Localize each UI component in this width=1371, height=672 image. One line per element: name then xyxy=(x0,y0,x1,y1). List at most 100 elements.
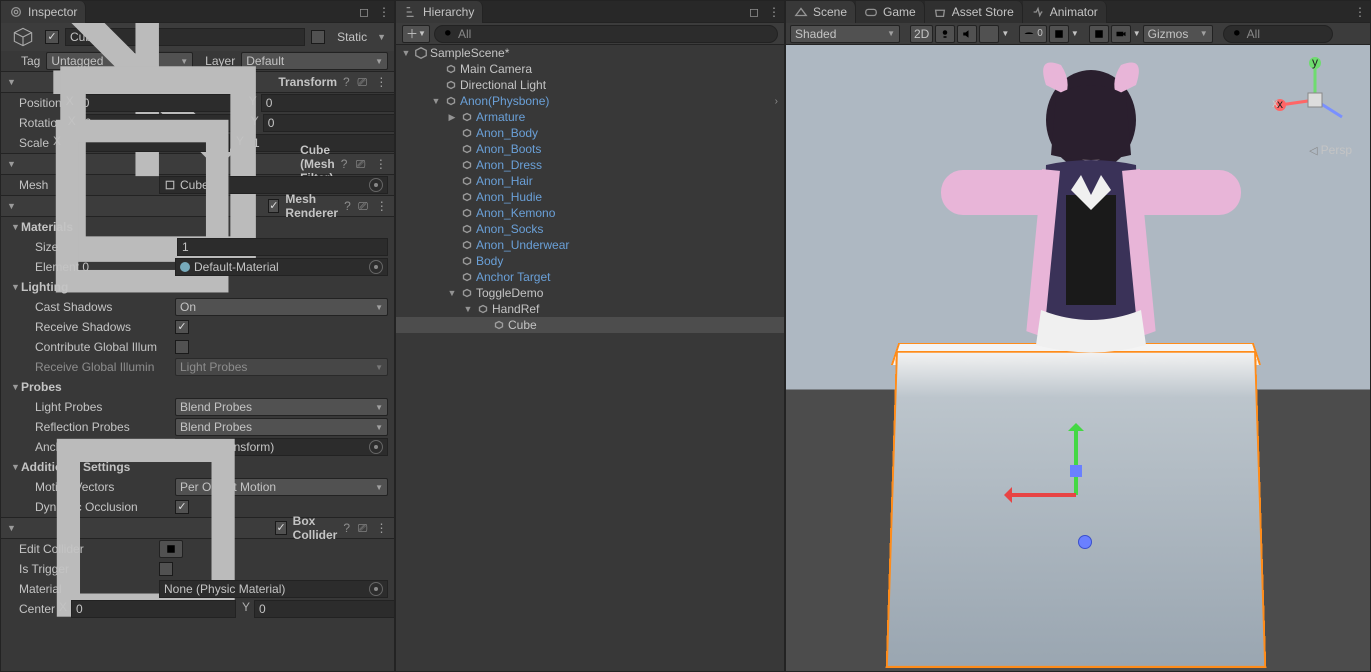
audio-toggle[interactable] xyxy=(957,25,977,43)
preset-icon[interactable]: ⎚ xyxy=(357,196,370,216)
is-trigger-checkbox[interactable] xyxy=(159,562,173,576)
object-picker-icon[interactable] xyxy=(369,582,383,596)
inspector-icon xyxy=(9,5,23,19)
scene-root-node[interactable]: ▼ SampleScene* xyxy=(396,45,784,61)
tab-assetstore[interactable]: Asset Store xyxy=(925,1,1023,23)
help-icon[interactable]: ? xyxy=(343,75,350,89)
tab-scene[interactable]: Scene xyxy=(786,1,856,23)
hierarchy-tab[interactable]: Hierarchy xyxy=(396,1,483,23)
character-avatar[interactable] xyxy=(916,45,1266,375)
hierarchy-node[interactable]: Directional Light xyxy=(396,77,784,93)
fold-icon[interactable]: ▶ xyxy=(446,112,458,123)
static-checkbox[interactable] xyxy=(311,30,325,44)
help-icon[interactable]: ? xyxy=(343,521,350,535)
inspector-menu-icon[interactable]: ⋮ xyxy=(374,2,394,22)
selected-cube-mesh[interactable] xyxy=(886,351,1267,668)
hierarchy-node[interactable]: Body xyxy=(396,253,784,269)
tab-animator[interactable]: Animator xyxy=(1023,1,1107,23)
object-picker-icon[interactable] xyxy=(369,178,383,192)
gizmo-z-plane[interactable] xyxy=(1070,465,1082,477)
hierarchy-node[interactable]: ▶Armature xyxy=(396,109,784,125)
hierarchy-node[interactable]: Anon_Dress xyxy=(396,157,784,173)
node-label: Anon_Underwear xyxy=(476,238,569,252)
camera-settings-button[interactable] xyxy=(1111,25,1131,43)
animator-icon xyxy=(1031,5,1045,19)
component-menu-icon[interactable]: ⋮ xyxy=(375,518,388,538)
shading-dropdown[interactable]: Shaded▼ xyxy=(790,25,900,43)
hidden-toggle[interactable]: 0 xyxy=(1019,25,1047,43)
hierarchy-lock-icon[interactable]: ◻ xyxy=(744,2,764,22)
fx-toggle[interactable] xyxy=(979,25,999,43)
hierarchy-node[interactable]: Cube xyxy=(396,317,784,333)
scene-viewport[interactable]: y x x ◁ Persp xyxy=(786,45,1370,671)
tool-settings-button[interactable] xyxy=(1089,25,1109,43)
hierarchy-node[interactable]: ▼HandRef xyxy=(396,301,784,317)
gameobject-icon xyxy=(460,142,474,156)
scene-search-input[interactable]: All xyxy=(1223,25,1333,43)
gameobject-icon xyxy=(460,254,474,268)
help-icon[interactable]: ? xyxy=(344,199,351,213)
center-y-input[interactable] xyxy=(254,600,394,618)
gameobject-icon xyxy=(460,174,474,188)
fold-icon: ▼ xyxy=(7,77,16,87)
help-icon[interactable]: ? xyxy=(341,157,348,171)
boxcollider-component-header[interactable]: ▼ Box Collider ? ⎚ ⋮ xyxy=(1,517,394,539)
component-menu-icon[interactable]: ⋮ xyxy=(374,154,388,174)
edit-collider-button[interactable] xyxy=(159,540,183,558)
gizmo-pivot[interactable] xyxy=(1078,535,1092,549)
hierarchy-node[interactable]: ▼ToggleDemo xyxy=(396,285,784,301)
preset-icon[interactable]: ⎚ xyxy=(356,72,369,92)
hierarchy-node[interactable]: Anon_Underwear xyxy=(396,237,784,253)
gameobject-icon xyxy=(460,222,474,236)
object-picker-icon[interactable] xyxy=(369,440,383,454)
tab-game[interactable]: Game xyxy=(856,1,925,23)
boxcollider-enable-checkbox[interactable] xyxy=(275,521,286,535)
inspector-tab[interactable]: Inspector xyxy=(1,1,86,23)
prefab-open-icon[interactable]: › xyxy=(775,96,778,107)
inspector-lock-icon[interactable]: ◻ xyxy=(354,2,374,22)
hierarchy-node[interactable]: Anon_Hair xyxy=(396,173,784,189)
lighting-toggle[interactable] xyxy=(935,25,955,43)
grid-toggle[interactable] xyxy=(1049,25,1069,43)
hierarchy-menu-icon[interactable]: ⋮ xyxy=(764,2,784,22)
component-menu-icon[interactable]: ⋮ xyxy=(375,196,388,216)
hierarchy-node[interactable]: Anon_Hudie xyxy=(396,189,784,205)
orientation-gizmo[interactable]: y x x xyxy=(1270,55,1360,145)
persp-label[interactable]: ◁ Persp xyxy=(1309,143,1352,157)
gameobject-icon xyxy=(460,286,474,300)
physic-material-field[interactable]: None (Physic Material) xyxy=(159,580,388,598)
hierarchy-node[interactable]: Anon_Boots xyxy=(396,141,784,157)
static-dropdown-icon[interactable]: ▼ xyxy=(375,32,388,42)
preset-icon[interactable]: ⎚ xyxy=(353,154,367,174)
hierarchy-node[interactable]: ▼Anon(Physbone)› xyxy=(396,93,784,109)
contribute-gi-checkbox[interactable] xyxy=(175,340,189,354)
fold-icon[interactable]: ▼ xyxy=(462,304,474,314)
component-menu-icon[interactable]: ⋮ xyxy=(375,72,388,92)
material-element0-field[interactable]: Default-Material xyxy=(175,258,388,276)
receive-shadows-checkbox[interactable] xyxy=(175,320,189,334)
hierarchy-node[interactable]: Anon_Kemono xyxy=(396,205,784,221)
gizmos-dropdown[interactable]: Gizmos▼ xyxy=(1143,25,1213,43)
center-x-input[interactable] xyxy=(71,600,236,618)
hierarchy-search-input[interactable]: All xyxy=(434,25,778,43)
scene-menu-icon[interactable]: ⋮ xyxy=(1350,2,1370,22)
fold-icon[interactable]: ▼ xyxy=(430,96,442,106)
gizmo-x-axis[interactable] xyxy=(1006,493,1076,497)
object-picker-icon[interactable] xyxy=(369,260,383,274)
materials-size-input[interactable] xyxy=(177,238,388,256)
2d-toggle[interactable]: 2D xyxy=(910,25,933,43)
hierarchy-node[interactable]: Anon_Body xyxy=(396,125,784,141)
node-label: Directional Light xyxy=(460,78,546,92)
create-button[interactable]: ＋▼ xyxy=(402,25,430,43)
cast-shadows-dropdown[interactable]: On▼ xyxy=(175,298,388,316)
gizmo-y-axis[interactable] xyxy=(1074,425,1078,495)
hierarchy-node[interactable]: Anon_Socks xyxy=(396,221,784,237)
node-label: Anon_Boots xyxy=(476,142,541,156)
meshrenderer-component-header[interactable]: ▼ Mesh Renderer ? ⎚ ⋮ xyxy=(1,195,394,217)
hierarchy-node[interactable]: Main Camera xyxy=(396,61,784,77)
preset-icon[interactable]: ⎚ xyxy=(356,518,369,538)
meshrenderer-enable-checkbox[interactable] xyxy=(268,199,279,213)
fold-icon[interactable]: ▼ xyxy=(446,288,458,298)
search-icon xyxy=(443,28,454,39)
hierarchy-node[interactable]: Anchor Target xyxy=(396,269,784,285)
